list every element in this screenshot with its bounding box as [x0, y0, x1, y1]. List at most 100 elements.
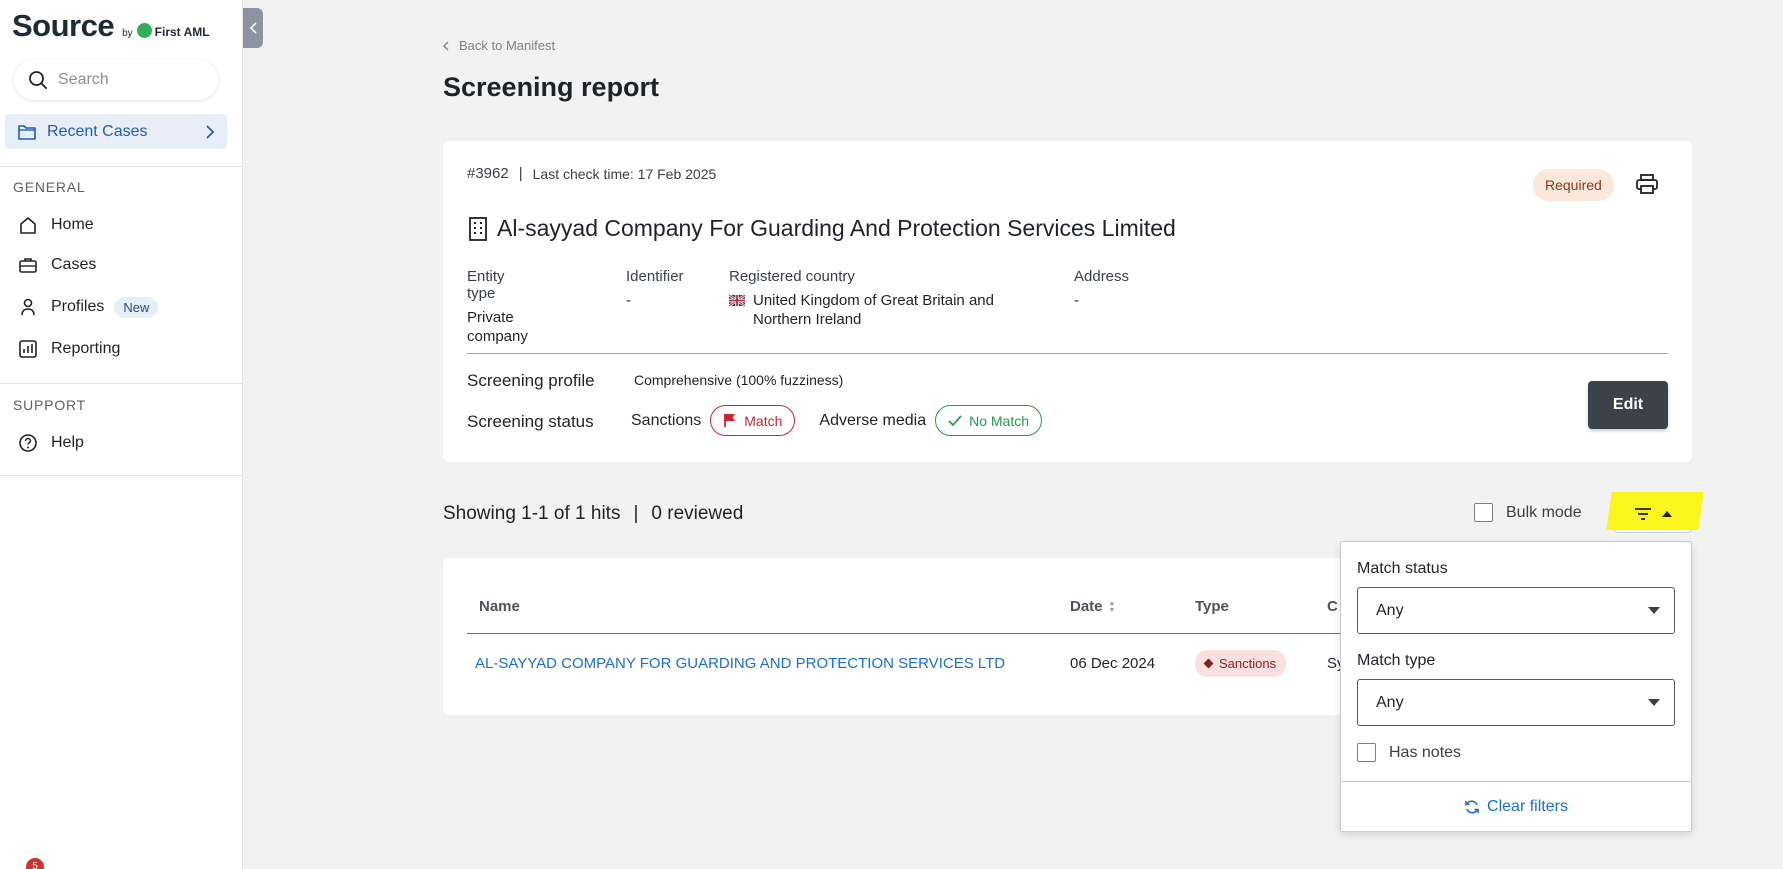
filter-panel: Match status Any Match type Any Has note…	[1340, 541, 1692, 832]
field-value-wrap: United Kingdom of Great Britain and Nort…	[729, 291, 1029, 329]
sidebar-item-label: Profiles	[51, 298, 105, 315]
case-separator: |	[518, 165, 523, 182]
column-header-label: C	[1327, 598, 1338, 615]
search-box[interactable]	[14, 60, 218, 100]
source-logo[interactable]: Source by First AML	[12, 8, 210, 44]
sidebar-item-home[interactable]: Home	[17, 210, 94, 240]
notification-badge[interactable]: 5	[26, 858, 44, 869]
has-notes-option[interactable]: Has notes	[1357, 743, 1461, 762]
field-value: -	[626, 292, 631, 309]
sanctions-match-badge: Match	[710, 405, 796, 436]
diamond-icon	[1203, 658, 1214, 669]
entity-name-text: Al-sayyad Company For Guarding And Prote…	[497, 215, 1176, 241]
print-icon[interactable]	[1635, 173, 1659, 200]
sidebar-divider	[0, 383, 243, 384]
sidebar-divider	[0, 166, 243, 167]
chevron-right-icon	[206, 124, 215, 139]
screening-profile-label: Screening profile	[467, 371, 595, 390]
clear-filters-button[interactable]: Clear filters	[1341, 798, 1691, 816]
search-icon	[29, 71, 47, 89]
bulk-mode-toggle[interactable]: Bulk mode	[1474, 503, 1582, 522]
hits-showing: Showing 1-1 of 1 hits	[443, 503, 621, 524]
sidebar-item-reporting[interactable]: Reporting	[17, 334, 120, 364]
has-notes-checkbox[interactable]	[1357, 743, 1376, 762]
column-header-label: Type	[1195, 598, 1229, 615]
sidebar: Source by First AML Recent Cases GENERAL…	[0, 0, 243, 869]
check-icon	[948, 414, 962, 426]
sidebar-item-label: Help	[51, 434, 84, 451]
screening-profile-value: Comprehensive (100% fuzziness)	[634, 372, 844, 388]
case-summary-card: #3962 | Last check time: 17 Feb 2025 Req…	[443, 141, 1692, 462]
column-header-name[interactable]: Name	[479, 598, 520, 615]
status-badge: Required	[1533, 169, 1614, 201]
field-registered-country: Registered country United Kingdom of Gre…	[729, 268, 1029, 329]
match-status-value: Any	[1376, 601, 1404, 619]
caret-down-icon	[1648, 607, 1660, 614]
field-value: Private company	[467, 309, 528, 345]
screening-status-label: Screening status	[467, 412, 594, 431]
caret-down-icon	[1648, 699, 1660, 706]
sidebar-item-help[interactable]: Help	[17, 428, 84, 458]
sort-icon[interactable]: ▲ ▼	[1109, 600, 1116, 614]
bulk-mode-checkbox[interactable]	[1474, 503, 1493, 522]
field-value: United Kingdom of Great Britain and Nort…	[753, 292, 994, 328]
match-type-select[interactable]: Any	[1357, 679, 1675, 726]
search-input[interactable]	[58, 71, 208, 89]
field-value: -	[1074, 292, 1079, 309]
hits-reviewed: 0 reviewed	[651, 503, 744, 524]
clear-filters-label: Clear filters	[1487, 798, 1568, 815]
sidebar-item-label: Home	[51, 216, 94, 233]
recent-cases-label: Recent Cases	[47, 122, 148, 140]
case-number: #3962	[467, 165, 509, 182]
refresh-icon	[1465, 800, 1479, 814]
sidebar-item-cases[interactable]: Cases	[17, 250, 96, 280]
sanctions-tag: Sanctions	[1195, 650, 1287, 677]
back-to-manifest-link[interactable]: Back to Manifest	[443, 38, 555, 53]
sidebar-item-profiles[interactable]: Profiles New	[17, 292, 159, 322]
collapse-sidebar-button[interactable]	[243, 8, 263, 48]
chevron-left-icon	[443, 41, 449, 50]
logo-brand: First AML	[154, 25, 210, 39]
sidebar-divider	[0, 475, 243, 476]
case-meta: #3962 | Last check time: 17 Feb 2025	[467, 165, 716, 182]
sanctions-status: Match	[744, 412, 783, 429]
adverse-media-status: No Match	[969, 412, 1030, 429]
adverse-media-nomatch-badge: No Match	[935, 405, 1043, 436]
edit-button[interactable]: Edit	[1588, 381, 1668, 429]
filter-button[interactable]	[1606, 492, 1704, 533]
field-identifier: Identifier -	[626, 268, 684, 310]
filter-icon	[1634, 507, 1651, 520]
section-title-general: GENERAL	[13, 179, 86, 195]
back-link-label: Back to Manifest	[459, 38, 556, 53]
match-status-select[interactable]: Any	[1357, 587, 1675, 634]
column-header-type[interactable]: Type	[1195, 598, 1229, 615]
person-icon	[17, 296, 39, 318]
flag-icon	[724, 414, 736, 427]
has-notes-label: Has notes	[1389, 743, 1462, 761]
table-row-name-link[interactable]: AL-SAYYAD COMPANY FOR GUARDING AND PROTE…	[475, 655, 1005, 672]
recent-cases-button[interactable]: Recent Cases	[5, 114, 227, 149]
match-type-value: Any	[1376, 693, 1404, 711]
filter-panel-divider	[1341, 781, 1691, 782]
chevron-left-icon	[249, 22, 257, 34]
column-header-c[interactable]: C	[1327, 598, 1338, 615]
briefcase-icon	[17, 254, 39, 276]
first-aml-logo-icon	[136, 23, 152, 38]
home-icon	[17, 214, 39, 236]
building-icon	[467, 216, 489, 242]
folder-icon	[18, 124, 36, 140]
sanctions-tag-label: Sanctions	[1219, 656, 1277, 671]
sanctions-label: Sanctions	[631, 411, 702, 429]
hits-summary: Showing 1-1 of 1 hits | 0 reviewed	[443, 503, 743, 525]
hits-separator: |	[633, 503, 639, 524]
card-divider	[467, 353, 1668, 354]
logo-by: by	[122, 28, 133, 39]
sidebar-item-label: Cases	[51, 256, 97, 273]
caret-up-icon	[1661, 510, 1672, 517]
logo-word: Source	[12, 8, 115, 43]
field-entity-type: Entity type Private company	[467, 268, 528, 346]
field-label: Registered country	[729, 268, 855, 285]
column-header-date[interactable]: Date ▲ ▼	[1070, 598, 1115, 615]
section-title-support: SUPPORT	[13, 397, 87, 413]
filter-button-content	[1634, 507, 1673, 521]
